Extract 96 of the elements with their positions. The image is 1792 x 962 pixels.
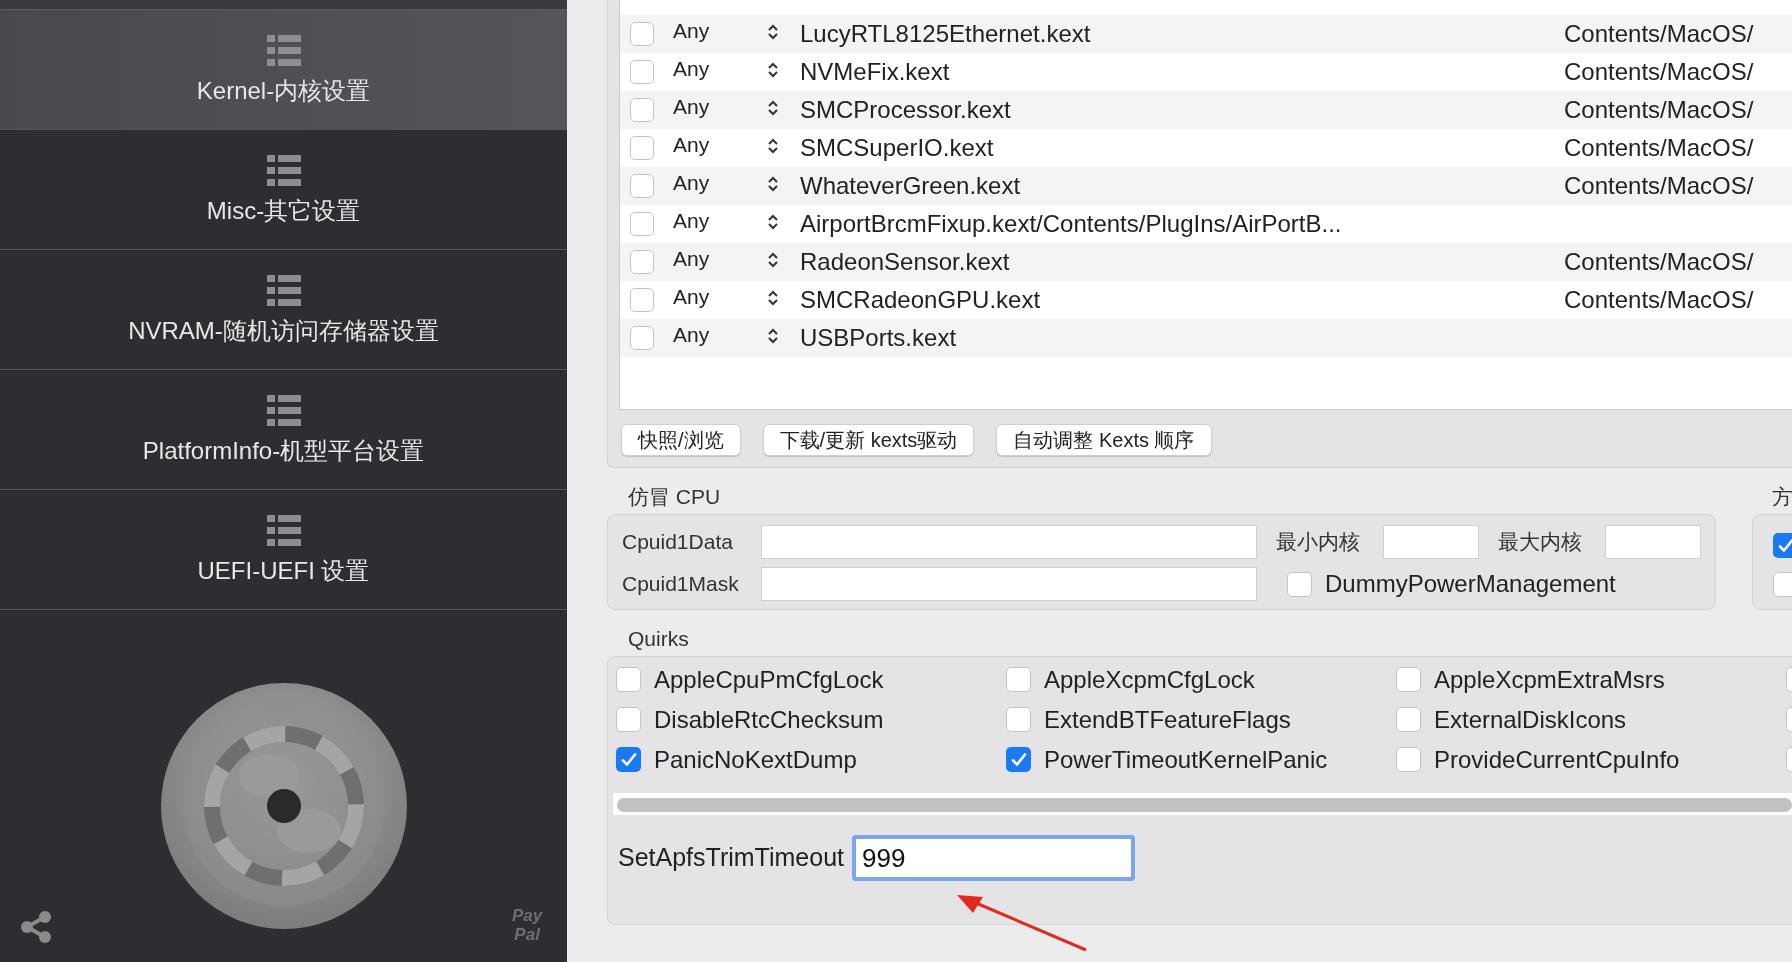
chevron-icon[interactable] xyxy=(767,213,781,231)
checkbox[interactable] xyxy=(630,136,654,160)
table-cell-text: SMCRadeonGPU.kext xyxy=(800,285,1042,315)
checkbox[interactable] xyxy=(630,22,654,46)
scrollbar-thumb[interactable] xyxy=(617,798,1792,812)
sidebar-item[interactable]: Misc-其它设置 xyxy=(0,130,567,250)
input-field[interactable] xyxy=(1605,525,1701,559)
section-title: 仿冒 CPU xyxy=(628,484,722,510)
checkbox[interactable] xyxy=(630,288,654,312)
checkbox-label: ExternalDiskIcons xyxy=(1434,704,1627,735)
share-icon[interactable] xyxy=(19,910,53,944)
checkbox-label: PowerTimeoutKernelPanic xyxy=(1044,744,1328,775)
field-label: 最大内核 xyxy=(1498,529,1583,556)
list-icon xyxy=(266,274,301,307)
checkbox[interactable] xyxy=(630,60,654,84)
button[interactable]: 下载/更新 kexts驱动 xyxy=(762,424,975,456)
table-cell-text: Contents/MacOS/ xyxy=(1564,171,1754,201)
checkbox[interactable] xyxy=(630,98,654,122)
checkmark-icon xyxy=(1776,536,1792,555)
table-cell-text: NVMeFix.kext xyxy=(800,57,951,87)
table-cell-text: Any xyxy=(673,246,711,273)
list-icon xyxy=(266,394,301,427)
table-cell-text: Contents/MacOS/ xyxy=(1564,285,1754,315)
list-icon xyxy=(266,34,301,67)
button[interactable]: 快照/浏览 xyxy=(621,424,741,456)
checkbox[interactable] xyxy=(1396,707,1421,732)
sidebar-item[interactable]: NVRAM-随机访问存储器设置 xyxy=(0,250,567,370)
chevron-icon[interactable] xyxy=(767,175,781,193)
checkbox[interactable] xyxy=(1396,747,1421,772)
field-label: Cpuid1Mask xyxy=(622,571,740,598)
table-cell-text: Any xyxy=(673,18,711,45)
chevron-icon[interactable] xyxy=(767,61,781,79)
table-cell-text: SMCSuperIO.kext xyxy=(800,133,995,163)
input-field[interactable] xyxy=(1383,525,1479,559)
field-label: 最小内核 xyxy=(1276,529,1361,556)
table-cell-text: Contents/MacOS/ xyxy=(1564,57,1754,87)
checkbox[interactable] xyxy=(1773,572,1792,597)
checkbox[interactable] xyxy=(1396,667,1421,692)
checkbox-label: AppleXcpmCfgLock xyxy=(1044,664,1255,695)
checkbox[interactable] xyxy=(630,174,654,198)
field-label: SetApfsTrimTimeout xyxy=(618,842,844,874)
table-cell-text: Any xyxy=(673,56,711,83)
section-title: Quirks xyxy=(628,626,690,652)
checkbox[interactable] xyxy=(630,326,654,350)
checkbox-label: DummyPowerManagement xyxy=(1325,569,1616,599)
checkbox-label: ProvideCurrentCpuInfo xyxy=(1434,744,1680,775)
checkbox[interactable] xyxy=(616,747,641,772)
table-cell-text: Any xyxy=(673,132,711,159)
table-cell-text: Contents/MacOS/ xyxy=(1564,19,1754,49)
table-cell-text: Any xyxy=(673,94,711,121)
chevron-icon[interactable] xyxy=(767,289,781,307)
chevron-icon[interactable] xyxy=(767,251,781,269)
checkbox-label: PanicNoKextDump xyxy=(654,744,857,775)
checkbox[interactable] xyxy=(1006,747,1031,772)
chevron-icon[interactable] xyxy=(767,137,781,155)
table-cell-text: Any xyxy=(673,284,711,311)
checkbox-label: AppleCpuPmCfgLock xyxy=(654,664,884,695)
checkbox[interactable] xyxy=(630,212,654,236)
list-icon xyxy=(266,154,301,187)
checkbox-label: ExtendBTFeatureFlags xyxy=(1044,704,1291,735)
table-cell-text: USBPorts.kext xyxy=(800,323,958,353)
checkmark-icon xyxy=(1009,750,1028,769)
sidebar-item[interactable]: Kernel-内核设置 xyxy=(0,10,567,130)
field-label: Cpuid1Data xyxy=(622,529,734,556)
checkbox[interactable] xyxy=(1006,667,1031,692)
input-field[interactable]: 999 xyxy=(852,835,1135,881)
chevron-icon[interactable] xyxy=(767,327,781,345)
button[interactable]: 自动调整 Kexts 顺序 xyxy=(996,424,1212,456)
checkmark-icon xyxy=(619,750,638,769)
table-cell-text: Any xyxy=(673,208,711,235)
checkbox[interactable] xyxy=(616,667,641,692)
sidebar-item[interactable]: UEFI-UEFI 设置 xyxy=(0,490,567,610)
table-cell-text: AirportBrcmFixup.kext/Contents/PlugIns/AirPortB... xyxy=(800,209,1343,239)
table-cell-text: RadeonSensor.kext xyxy=(800,247,1011,277)
table-cell-text: Contents/MacOS/ xyxy=(1564,247,1754,277)
checkbox[interactable] xyxy=(1773,533,1792,558)
table-cell-text: SMCProcessor.kext xyxy=(800,95,1012,125)
input-field[interactable] xyxy=(761,525,1257,559)
list-icon xyxy=(266,514,301,547)
table-cell-text: WhateverGreen.kext xyxy=(800,171,1022,201)
table-cell-text: Any xyxy=(673,322,711,349)
chevron-icon[interactable] xyxy=(767,99,781,117)
sidebar-item[interactable]: PlatformInfo-机型平台设置 xyxy=(0,370,567,490)
checkbox[interactable] xyxy=(1006,707,1031,732)
table-cell-text: Contents/MacOS/ xyxy=(1564,95,1754,125)
table-cell-text: LucyRTL8125Ethernet.kext xyxy=(800,19,1092,49)
chevron-icon[interactable] xyxy=(767,23,781,41)
checkbox[interactable] xyxy=(630,250,654,274)
table-cell-text: Any xyxy=(673,170,711,197)
checkbox-label: AppleXcpmExtraMsrs xyxy=(1434,664,1665,695)
checkbox-label: DisableRtcChecksum xyxy=(654,704,884,735)
checkbox[interactable] xyxy=(1287,571,1312,597)
table-cell-text: Contents/MacOS/ xyxy=(1564,133,1754,163)
checkbox[interactable] xyxy=(616,707,641,732)
input-field[interactable] xyxy=(761,567,1257,601)
section-title: 方 xyxy=(1772,484,1792,510)
